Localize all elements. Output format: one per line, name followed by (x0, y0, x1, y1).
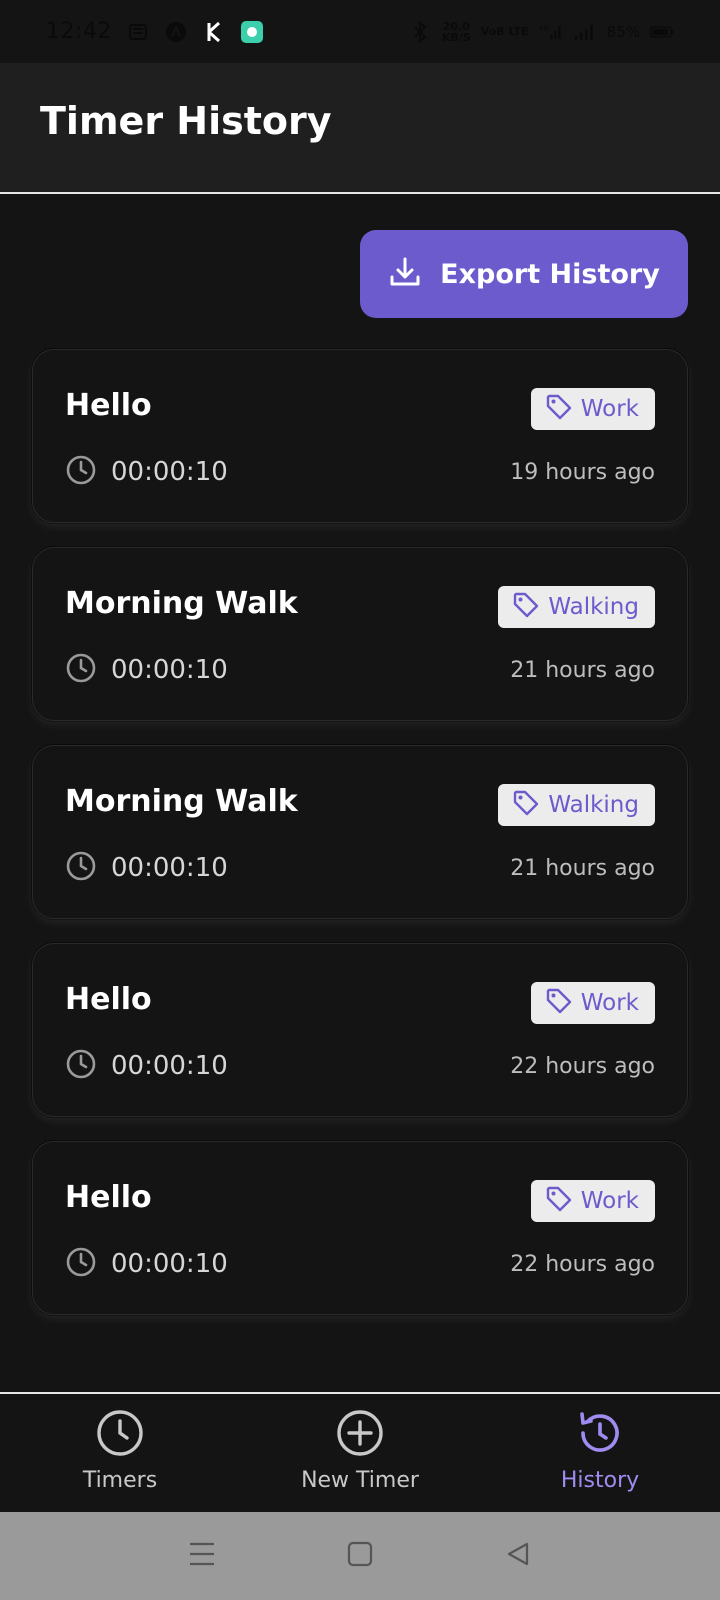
duration: 00:00:10 (65, 850, 228, 886)
tag-icon (545, 987, 573, 1019)
clock-icon (95, 1408, 145, 1462)
timer-title: Hello (65, 982, 152, 1017)
plus-circle-icon (335, 1408, 385, 1462)
signal-4g-icon: 4G (539, 20, 563, 44)
history-icon (575, 1408, 625, 1462)
net-speed: 20.0 KB/S (442, 21, 471, 43)
duration: 00:00:10 (65, 652, 228, 688)
signal-icon (573, 20, 597, 44)
download-icon (388, 255, 422, 293)
category-tag[interactable]: Work (530, 1180, 655, 1222)
clock-icon (65, 652, 97, 688)
time-ago: 22 hours ago (510, 1054, 655, 1079)
tag-label: Walking (548, 594, 639, 620)
duration-value: 00:00:10 (111, 1051, 228, 1081)
status-bar: 12:42 20.0 KB/S VoB LTE 4G 85% (0, 0, 720, 63)
timer-title: Hello (65, 388, 152, 423)
system-nav-bar (0, 1512, 720, 1600)
clock-icon (65, 454, 97, 490)
timer-title: Morning Walk (65, 784, 298, 819)
nav-item-timers[interactable]: Timers (0, 1394, 240, 1512)
app-green-icon (240, 20, 264, 44)
nav-item-new-timer[interactable]: New Timer (240, 1394, 480, 1512)
timer-title: Hello (65, 1180, 152, 1215)
clock-icon (65, 1048, 97, 1084)
duration-value: 00:00:10 (111, 655, 228, 685)
news-icon (126, 20, 150, 44)
tag-icon (512, 591, 540, 623)
time-ago: 22 hours ago (510, 1252, 655, 1277)
duration-value: 00:00:10 (111, 853, 228, 883)
duration: 00:00:10 (65, 1048, 228, 1084)
status-right: 20.0 KB/S VoB LTE 4G 85% (408, 20, 674, 44)
recents-button[interactable] (188, 1542, 216, 1570)
category-tag[interactable]: Work (530, 388, 655, 430)
home-button[interactable] (346, 1541, 374, 1571)
bluetooth-icon (408, 20, 432, 44)
tag-label: Work (580, 396, 639, 422)
nav-label-timers: Timers (82, 1468, 158, 1493)
menu-icon (188, 1541, 216, 1571)
duration-value: 00:00:10 (111, 457, 228, 487)
status-time: 12:42 (46, 19, 112, 44)
tag-icon (545, 393, 573, 425)
export-history-button[interactable]: Export History (360, 230, 688, 318)
history-list: Hello Work 00:00:10 19 hours ago Morning… (32, 349, 688, 1339)
time-ago: 21 hours ago (510, 658, 655, 683)
category-tag[interactable]: Walking (498, 784, 655, 826)
back-triangle-icon (505, 1541, 531, 1571)
nav-label-new-timer: New Timer (301, 1468, 419, 1493)
time-ago: 21 hours ago (510, 856, 655, 881)
app-header: Timer History (0, 63, 720, 194)
export-history-label: Export History (440, 258, 660, 290)
history-card[interactable]: Hello Work 00:00:10 19 hours ago (32, 349, 688, 523)
clock-icon (65, 1246, 97, 1282)
status-left: 12:42 (46, 19, 264, 44)
volte-indicator: VoB LTE (480, 25, 529, 38)
app-k-icon (202, 20, 226, 44)
duration: 00:00:10 (65, 454, 228, 490)
svg-text:4G: 4G (539, 23, 549, 32)
bottom-nav: Timers New Timer History (0, 1392, 720, 1512)
duration-value: 00:00:10 (111, 1249, 228, 1279)
battery-icon (650, 20, 674, 44)
nav-label-history: History (560, 1468, 640, 1493)
tag-label: Work (580, 990, 639, 1016)
clock-icon (65, 850, 97, 886)
tag-label: Work (580, 1188, 639, 1214)
tag-label: Walking (548, 792, 639, 818)
net-speed-unit: KB/S (441, 30, 471, 44)
history-card[interactable]: Hello Work 00:00:10 22 hours ago (32, 943, 688, 1117)
square-icon (347, 1541, 373, 1571)
history-card[interactable]: Morning Walk Walking 00:00:10 21 hours a… (32, 547, 688, 721)
page-title: Timer History (40, 99, 332, 143)
category-tag[interactable]: Work (530, 982, 655, 1024)
duration: 00:00:10 (65, 1246, 228, 1282)
timer-title: Morning Walk (65, 586, 298, 621)
app-a-icon (164, 20, 188, 44)
time-ago: 19 hours ago (510, 460, 655, 485)
tag-icon (512, 789, 540, 821)
category-tag[interactable]: Walking (498, 586, 655, 628)
back-button[interactable] (504, 1542, 532, 1570)
history-card[interactable]: Hello Work 00:00:10 22 hours ago (32, 1141, 688, 1315)
history-card[interactable]: Morning Walk Walking 00:00:10 21 hours a… (32, 745, 688, 919)
battery-percent: 85% (606, 22, 640, 41)
tag-icon (545, 1185, 573, 1217)
nav-item-history[interactable]: History (480, 1394, 720, 1512)
